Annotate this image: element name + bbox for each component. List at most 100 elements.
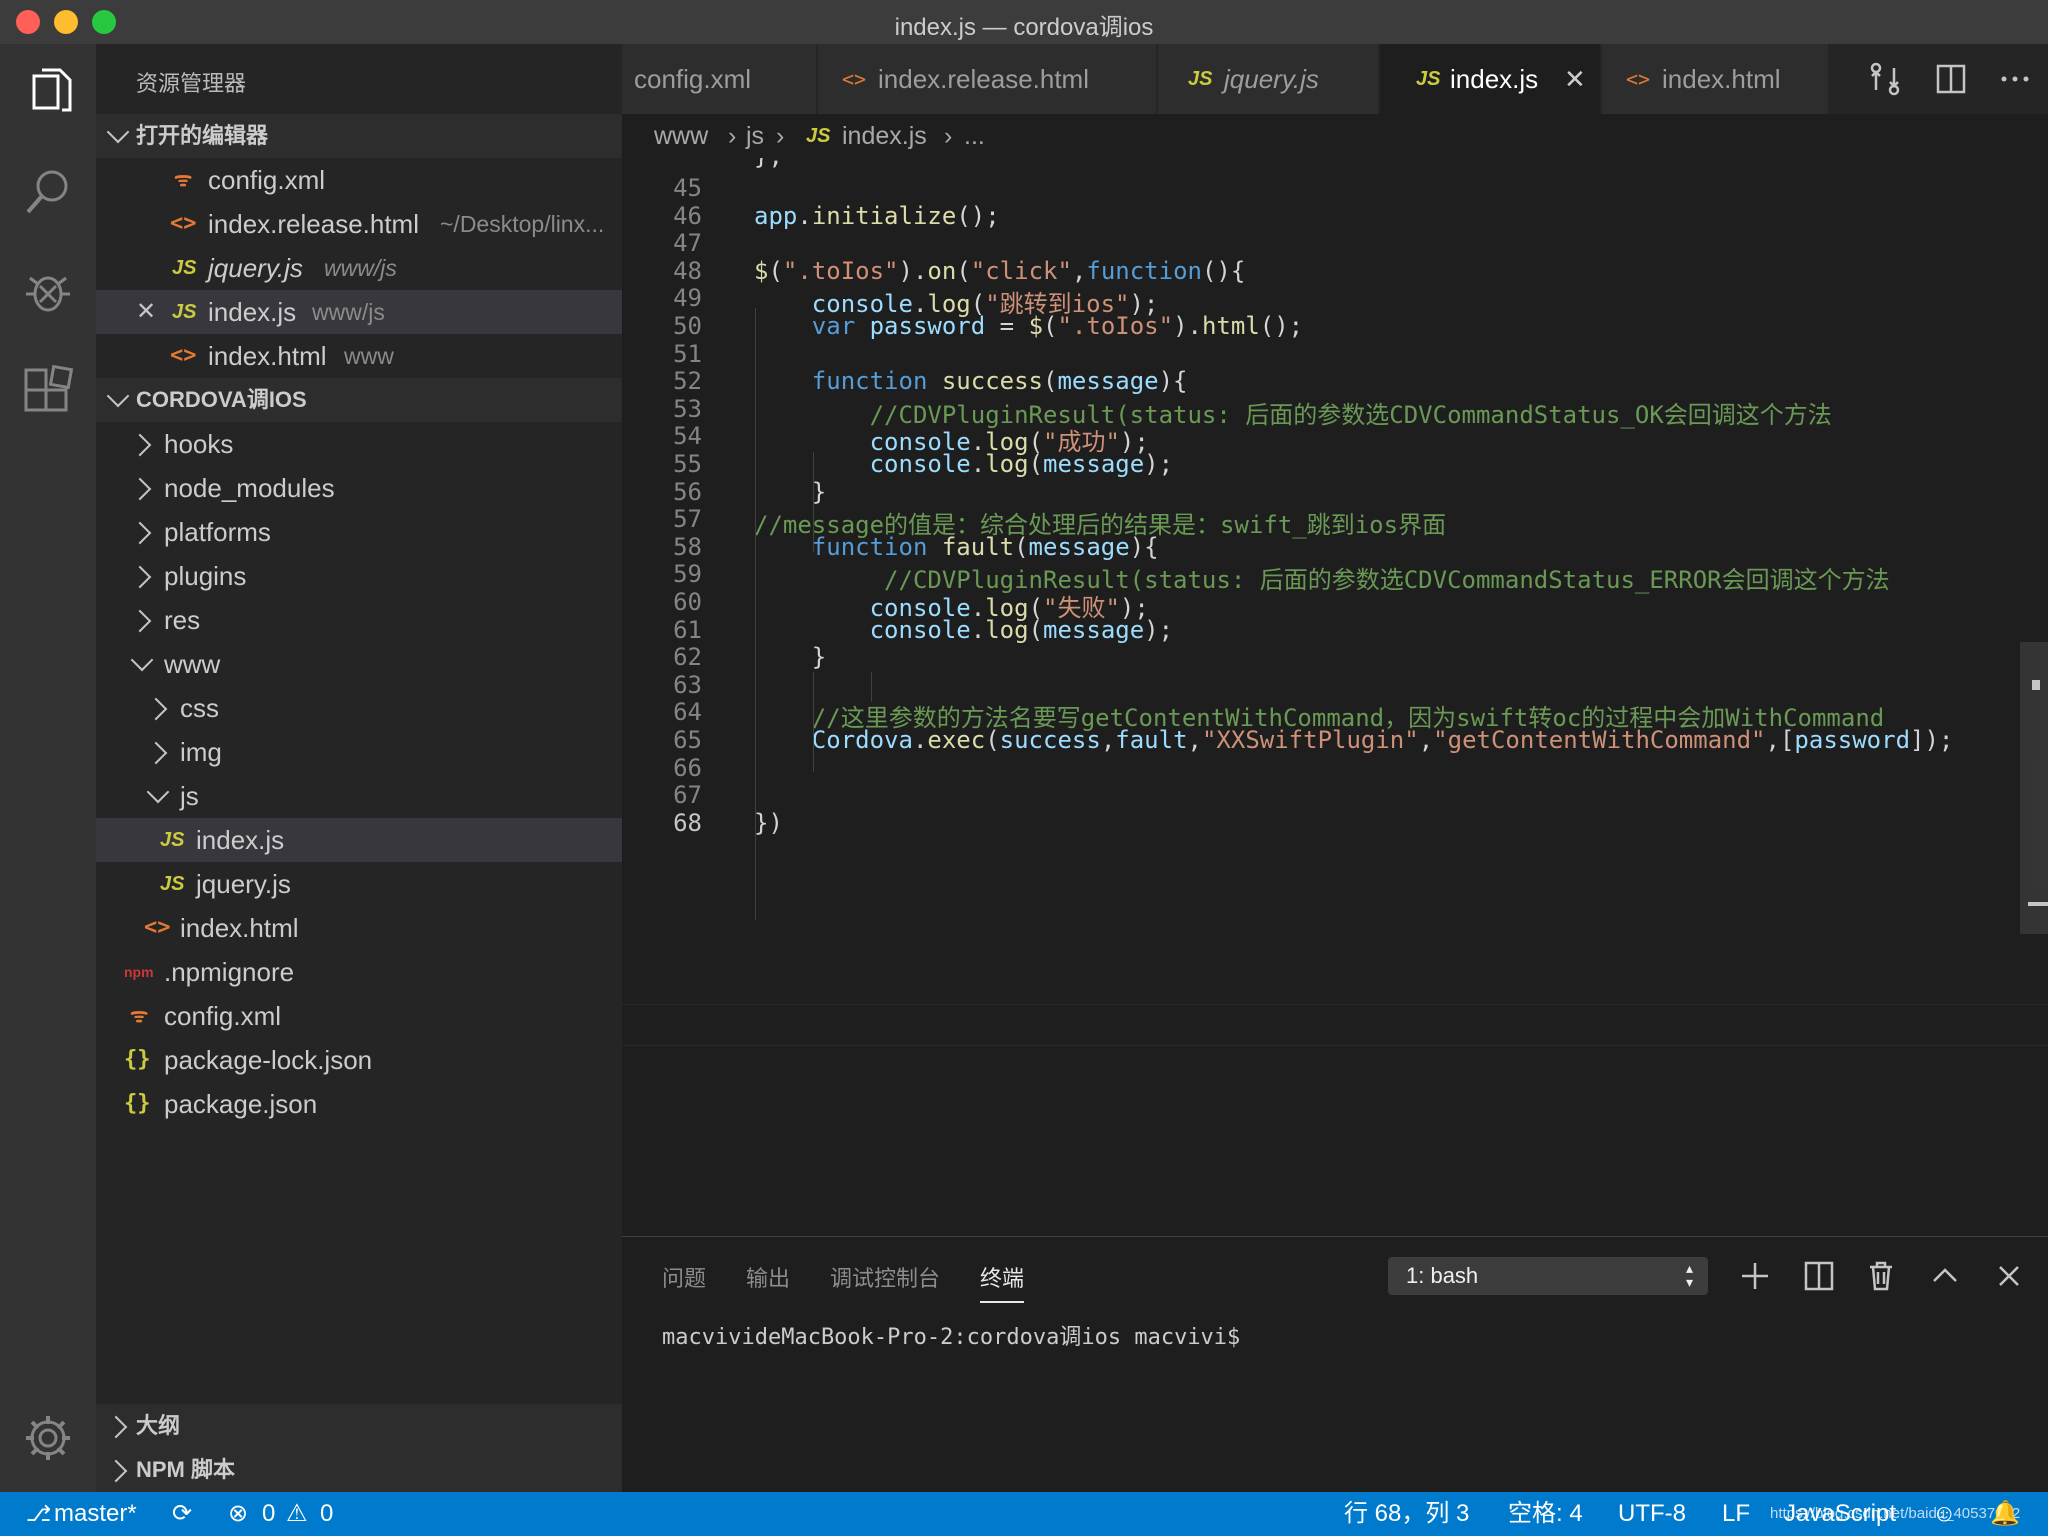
error-count[interactable]: 0 [262, 1492, 275, 1536]
folder-item-res[interactable]: res [96, 598, 622, 642]
open-editors-header[interactable]: 打开的编辑器 [96, 114, 622, 158]
open-editor-item[interactable]: <> index.release.html ~/Desktop/linx... [96, 202, 622, 246]
maximize-panel-icon[interactable] [1928, 1259, 1962, 1298]
file-item-npmignore[interactable]: npm .npmignore [96, 950, 622, 994]
folder-item-node-modules[interactable]: node_modules [96, 466, 622, 510]
folder-item-plugins[interactable]: plugins [96, 554, 622, 598]
sync-icon[interactable]: ⟳ [172, 1492, 192, 1536]
encoding[interactable]: UTF-8 [1618, 1492, 1686, 1536]
breadcrumb-item[interactable]: www [654, 114, 708, 158]
panel-tab-debug-console[interactable]: 调试控制台 [830, 1261, 940, 1293]
npm-icon: npm [124, 964, 154, 980]
chevron-right-icon [128, 433, 152, 457]
folder-item-js[interactable]: js [96, 774, 622, 818]
breadcrumb-item[interactable]: index.js [842, 114, 927, 158]
code-line: app.initialize(); [754, 201, 1000, 230]
line-number: 50 [673, 312, 702, 340]
extensions-icon[interactable] [20, 364, 76, 420]
outline-header[interactable]: 大纲 [96, 1404, 622, 1448]
close-panel-icon[interactable] [1992, 1259, 2026, 1298]
feedback-smiley-icon[interactable]: ☺ [1932, 1492, 1957, 1536]
more-actions-icon[interactable] [1998, 62, 2032, 101]
chevron-down-icon [106, 384, 130, 408]
notification-bell-icon[interactable]: 🔔 [1990, 1492, 2020, 1536]
sidebar-title: 资源管理器 [136, 71, 247, 96]
search-icon[interactable] [20, 164, 76, 220]
tab-bar: config.xml <> index.release.html JS jque… [622, 44, 2048, 114]
settings-gear-icon[interactable] [20, 1410, 76, 1466]
tab-config-xml[interactable]: config.xml [622, 44, 817, 114]
file-item-package-lock-json[interactable]: {} package-lock.json [96, 1038, 622, 1082]
indentation[interactable]: 空格: 4 [1508, 1492, 1583, 1536]
file-item-index-html[interactable]: <> index.html [96, 906, 622, 950]
npm-scripts-header[interactable]: NPM 脚本 [96, 1448, 622, 1492]
split-terminal-icon[interactable] [1802, 1259, 1836, 1298]
compare-changes-icon[interactable] [1868, 62, 1902, 101]
file-item-jquery-js[interactable]: JS jquery.js [96, 862, 622, 906]
indent-guide [755, 308, 756, 920]
explorer-icon[interactable] [20, 66, 76, 122]
split-editor-icon[interactable] [1934, 62, 1968, 101]
tab-jquery-js[interactable]: JS jquery.js [1158, 44, 1379, 114]
chevron-right-icon [128, 521, 152, 545]
tab-index-release-html[interactable]: <> index.release.html [818, 44, 1157, 114]
panel-tab-output[interactable]: 输出 [746, 1261, 790, 1293]
folder-item-platforms[interactable]: platforms [96, 510, 622, 554]
tab-index-js[interactable]: JS index.js ✕ [1380, 44, 1601, 114]
code-line: function fault(message){ [811, 532, 1159, 561]
debug-icon[interactable] [20, 264, 76, 320]
chevron-down-icon [146, 780, 170, 804]
js-icon: JS [806, 125, 831, 147]
open-editor-item[interactable]: ᯤ config.xml [96, 158, 622, 202]
folder-item-img[interactable]: img [96, 730, 622, 774]
line-number: 61 [673, 615, 702, 644]
code-line: $(".toIos").on("click",function(){ [754, 256, 1246, 285]
new-terminal-icon[interactable] [1738, 1259, 1772, 1298]
breadcrumb-item[interactable]: ... [964, 114, 985, 158]
open-editor-item[interactable]: <> index.html www [96, 334, 622, 378]
close-icon[interactable]: ✕ [1564, 44, 1586, 114]
folder-item-hooks[interactable]: hooks [96, 422, 622, 466]
open-editor-item-active[interactable]: ✕ JS index.js www/js [96, 290, 622, 334]
code-editor[interactable]: }; 4546474849505152535455565758596061626… [622, 158, 2048, 1236]
file-item-package-json[interactable]: {} package.json [96, 1082, 622, 1126]
window-title: index.js — cordova调ios [894, 14, 1154, 41]
panel-tab-problems[interactable]: 问题 [662, 1261, 706, 1293]
cursor-position[interactable]: 行 68，列 3 [1344, 1492, 1469, 1536]
git-branch[interactable]: master* [54, 1492, 137, 1536]
line-number: 67 [673, 781, 702, 810]
line-number: 62 [673, 643, 702, 672]
code-line: Cordova.exec(success,fault,"XXSwiftPlugi… [811, 726, 1954, 754]
js-icon: JS [160, 873, 185, 895]
tab-index-html[interactable]: <> index.html [1602, 44, 1829, 114]
chevron-right-icon [104, 1415, 128, 1439]
terminal-select[interactable]: 1: bash ▴ ▾ [1388, 1257, 1708, 1295]
chevron-right-icon: › [944, 122, 953, 150]
folder-item-www[interactable]: www [96, 642, 622, 686]
open-editor-item[interactable]: JS jquery.js www/js [96, 246, 622, 290]
file-item-config-xml[interactable]: ᯤ config.xml [96, 994, 622, 1038]
line-number: 66 [673, 753, 702, 782]
js-icon: JS [160, 829, 185, 851]
html-icon: <> [170, 211, 197, 236]
close-icon[interactable]: ✕ [136, 290, 156, 334]
file-item-index-js[interactable]: JS index.js [96, 818, 622, 862]
dropdown-arrows-icon: ▴ ▾ [1686, 1260, 1694, 1290]
trash-icon[interactable] [1864, 1259, 1898, 1298]
js-icon: JS [1416, 68, 1441, 90]
line-number: 68 [673, 808, 702, 837]
code-line: console.log(message); [869, 615, 1174, 644]
scrollbar-marker [2028, 902, 2048, 906]
project-header[interactable]: CORDOVA调IOS [96, 378, 622, 422]
panel-tab-terminal[interactable]: 终端 [980, 1261, 1024, 1293]
xml-feed-icon: ᯤ [130, 1005, 149, 1027]
terminal-output[interactable]: macvivideMacBook-Pro-2:cordova调ios macvi… [662, 1319, 1240, 1351]
line-number: 54 [673, 422, 702, 451]
code-line: var password = $(".toIos").html(); [811, 312, 1304, 340]
js-icon: JS [172, 301, 197, 323]
folder-item-css[interactable]: css [96, 686, 622, 730]
line-ending[interactable]: LF [1722, 1492, 1750, 1536]
json-icon: {} [124, 1091, 151, 1116]
breadcrumb-item[interactable]: js [746, 114, 764, 158]
warning-count[interactable]: 0 [320, 1492, 333, 1536]
